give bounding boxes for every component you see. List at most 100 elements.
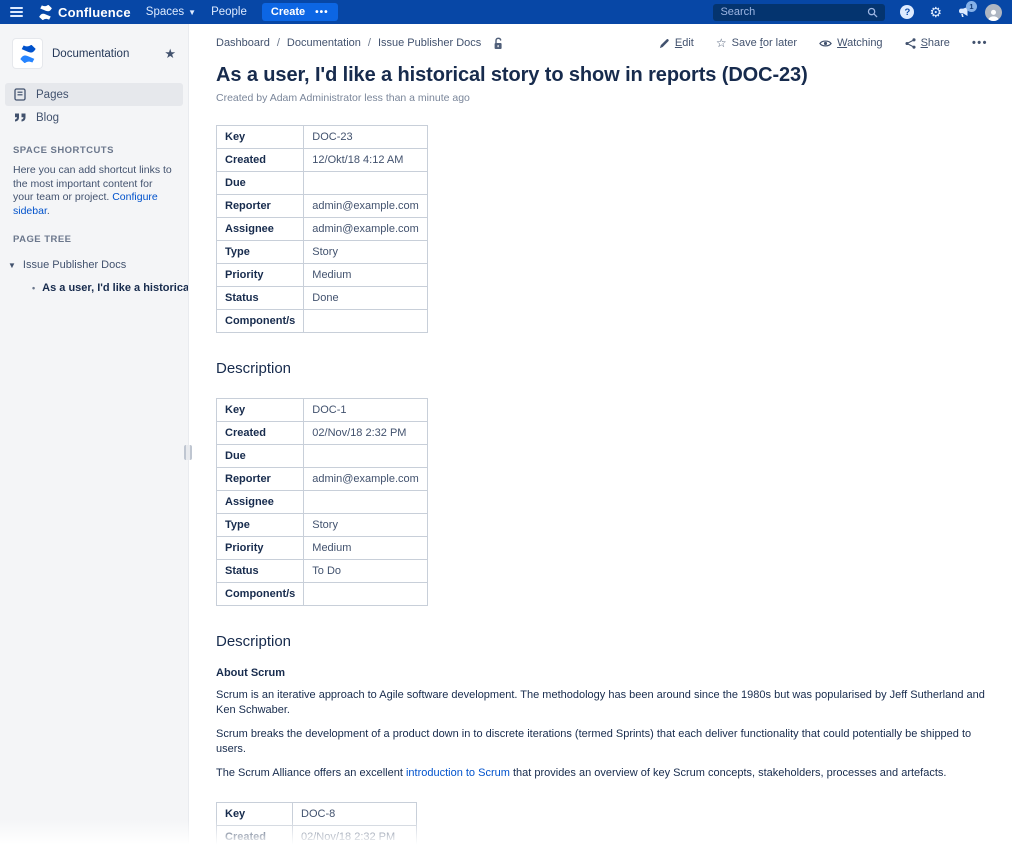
search-input[interactable] [720, 6, 867, 18]
app-switcher-icon[interactable] [10, 7, 23, 17]
issue-info-table-2: KeyDOC-1Created02/Nov/18 2:32 PMDueRepor… [216, 398, 428, 606]
notification-badge: 1 [966, 1, 977, 12]
chevron-down-icon[interactable]: ▼ [8, 261, 16, 270]
issue-field-row: Created02/Nov/18 2:32 PM [217, 422, 428, 445]
notifications-button[interactable]: 1 [957, 6, 970, 19]
issue-field-row: TypeStory [217, 241, 428, 264]
field-value: 02/Nov/18 2:32 PM [293, 826, 417, 849]
edit-button[interactable]: Edit [659, 37, 694, 49]
top-navbar: Confluence Spaces ▼ People Create ••• ? … [0, 0, 1012, 24]
pages-icon [13, 88, 27, 101]
unlock-restrictions-icon[interactable] [492, 37, 504, 50]
field-value: DOC-1 [304, 399, 428, 422]
tree-item-issue-publisher-docs[interactable]: ▼ Issue Publisher Docs [0, 253, 188, 276]
issue-field-row: StatusTo Do [217, 560, 428, 583]
space-shortcuts-text: Here you can add shortcut links to the m… [0, 164, 188, 218]
gear-icon[interactable]: ⚙ [929, 5, 942, 19]
user-avatar[interactable] [985, 4, 1002, 21]
field-value: Story [304, 514, 428, 537]
pencil-icon [659, 38, 670, 49]
field-label: Assignee [217, 491, 304, 514]
field-value: Medium [304, 264, 428, 287]
issue-field-row: Reporteradmin@example.com [217, 195, 428, 218]
field-label: Key [217, 126, 304, 149]
issue-info-table-3: KeyDOC-8Created02/Nov/18 2:32 PMDueRepor… [216, 802, 417, 849]
breadcrumb: Dashboard / Documentation / Issue Publis… [216, 37, 504, 50]
issue-field-row: Assigneeadmin@example.com [217, 218, 428, 241]
issue-field-row: Created02/Nov/18 2:32 PM [217, 826, 417, 849]
sidebar-item-pages[interactable]: Pages [5, 83, 183, 106]
search-box[interactable] [713, 4, 885, 21]
field-label: Type [217, 241, 304, 264]
field-value [304, 172, 428, 195]
scrum-paragraph-2: Scrum breaks the development of a produc… [216, 727, 988, 757]
space-name[interactable]: Documentation [52, 48, 129, 60]
page-actions: Edit ☆ Save for later Watching [659, 36, 988, 50]
share-icon [905, 38, 916, 49]
field-label: Due [217, 172, 304, 195]
field-value: To Do [304, 560, 428, 583]
space-sidebar: Documentation ★ Pages Blog SPACE SHORTCU… [0, 24, 189, 849]
issue-field-row: PriorityMedium [217, 264, 428, 287]
field-label: Priority [217, 264, 304, 287]
issue-field-row: Component/s [217, 310, 428, 333]
tree-item-current-page[interactable]: • As a user, I'd like a historical st [0, 276, 188, 298]
field-label: Created [217, 149, 304, 172]
create-more-icon[interactable]: ••• [315, 7, 329, 18]
sidebar-item-blog[interactable]: Blog [5, 106, 183, 129]
page-title: As a user, I'd like a historical story t… [216, 64, 988, 87]
field-value [304, 310, 428, 333]
field-value: admin@example.com [304, 195, 428, 218]
field-label: Component/s [217, 583, 304, 606]
nav-spaces[interactable]: Spaces ▼ [146, 6, 196, 18]
field-value: Done [304, 287, 428, 310]
field-label: Reporter [217, 468, 304, 491]
chevron-down-icon: ▼ [188, 8, 196, 17]
nav-people[interactable]: People [211, 6, 247, 18]
field-value [304, 583, 428, 606]
about-scrum-heading: About Scrum [216, 667, 988, 679]
share-button[interactable]: Share [905, 37, 950, 49]
breadcrumb-dashboard[interactable]: Dashboard [216, 37, 270, 49]
sidebar-item-label: Pages [36, 89, 69, 101]
field-value [304, 445, 428, 468]
field-value: admin@example.com [304, 468, 428, 491]
issue-field-row: PriorityMedium [217, 537, 428, 560]
field-label: Created [217, 826, 293, 849]
issue-field-row: Due [217, 172, 428, 195]
introduction-to-scrum-link[interactable]: introduction to Scrum [406, 767, 510, 779]
space-shortcuts-heading: SPACE SHORTCUTS [0, 129, 188, 164]
scrum-paragraph-1: Scrum is an iterative approach to Agile … [216, 688, 988, 718]
blog-quote-icon [13, 112, 27, 123]
help-icon[interactable]: ? [900, 5, 914, 19]
more-actions-icon[interactable]: ••• [972, 37, 988, 49]
sidebar-resize-grip[interactable] [184, 445, 192, 460]
space-logo[interactable] [13, 39, 42, 68]
breadcrumb-issue-publisher-docs[interactable]: Issue Publisher Docs [378, 37, 481, 49]
issue-info-table-1: KeyDOC-23Created12/Okt/18 4:12 AMDueRepo… [216, 125, 428, 333]
eye-icon [819, 39, 832, 48]
issue-field-row: Due [217, 445, 428, 468]
confluence-logo-text: Confluence [58, 5, 131, 20]
issue-field-row: Created12/Okt/18 4:12 AM [217, 149, 428, 172]
scrum-paragraph-3: The Scrum Alliance offers an excellent i… [216, 766, 988, 781]
issue-field-row: Assignee [217, 491, 428, 514]
watching-button[interactable]: Watching [819, 37, 882, 49]
create-button[interactable]: Create ••• [262, 3, 338, 21]
favourite-star-icon[interactable]: ★ [164, 46, 176, 62]
issue-field-row: Reporteradmin@example.com [217, 468, 428, 491]
issue-field-row: TypeStory [217, 514, 428, 537]
field-label: Status [217, 560, 304, 583]
field-label: Priority [217, 537, 304, 560]
issue-field-row: StatusDone [217, 287, 428, 310]
confluence-logo[interactable]: Confluence [38, 5, 131, 20]
field-label: Assignee [217, 218, 304, 241]
breadcrumb-documentation[interactable]: Documentation [287, 37, 361, 49]
star-outline-icon: ☆ [716, 36, 727, 50]
confluence-logo-icon [38, 5, 53, 20]
save-for-later-button[interactable]: ☆ Save for later [716, 36, 797, 50]
field-value: 12/Okt/18 4:12 AM [304, 149, 428, 172]
description-heading-1: Description [216, 360, 988, 377]
issue-field-row: KeyDOC-1 [217, 399, 428, 422]
bullet-icon: • [32, 283, 35, 293]
